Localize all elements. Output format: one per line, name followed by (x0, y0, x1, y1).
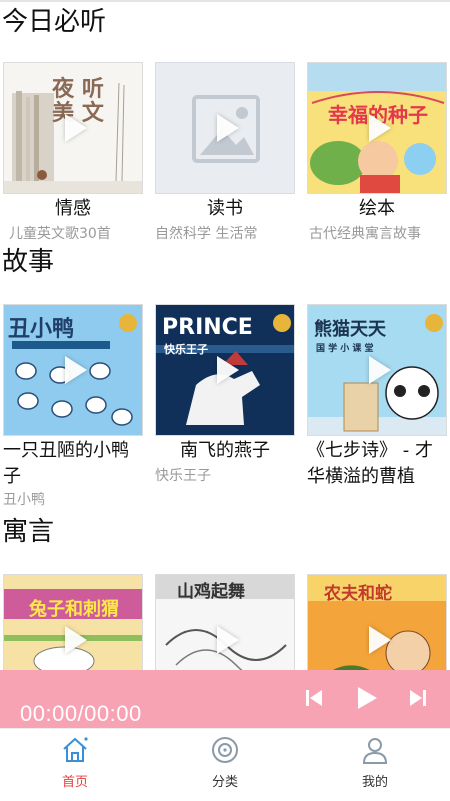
play-overlay-icon (369, 626, 391, 654)
tab-label: 首页 (61, 775, 88, 790)
play-overlay-icon (369, 356, 391, 384)
section-title-today: 今日必听 (2, 7, 107, 37)
content-scroll[interactable]: 今日必听 夜 听 美 文 情感 儿童英文歌30首 读书 自然科学 生活常 幸福的… (0, 0, 450, 670)
card-thumbnail[interactable]: 夜 听 美 文 (3, 62, 143, 194)
card-thumbnail[interactable]: 丑小鸭 (3, 304, 143, 436)
play-button[interactable] (350, 682, 382, 714)
cover-title: 丑小鸭 (8, 317, 75, 342)
cover-subtitle: 快乐王子 (164, 343, 208, 356)
play-overlay-icon (65, 356, 87, 384)
previous-icon (306, 690, 322, 706)
card-title: 情感 (55, 198, 91, 219)
play-overlay-icon (217, 114, 239, 142)
card-thumbnail[interactable]: 农夫和蛇 (307, 574, 447, 670)
cover-text-line: 听 (81, 76, 104, 102)
card-subtitle: 快乐王子 (155, 468, 211, 484)
card-subtitle: 古代经典寓言故事 (309, 226, 421, 242)
cover-title: 熊猫天天 (314, 319, 386, 340)
user-icon (362, 738, 388, 764)
play-overlay-icon (217, 356, 239, 384)
tab-mine[interactable]: 我的 (300, 729, 450, 801)
next-icon (410, 690, 426, 706)
cover-illustration-image (4, 575, 142, 670)
cover-subtitle: 国 学 小 课 堂 (316, 344, 374, 354)
previous-button[interactable] (300, 684, 330, 712)
playback-time: 00:00/00:00 (20, 701, 142, 726)
cover-title: 兔子和刺猬 (29, 599, 119, 620)
card-title: 绘本 (359, 198, 395, 219)
card-thumbnail[interactable]: 兔子和刺猬 (3, 574, 143, 670)
card-thumbnail[interactable]: 幸福的种子 (307, 62, 447, 194)
card-thumbnail[interactable]: PRINCE 快乐王子 (155, 304, 295, 436)
audio-player-bar: 00:00/00:00 (0, 670, 450, 728)
play-overlay-icon (65, 114, 87, 142)
card-thumbnail[interactable]: 熊猫天天 国 学 小 课 堂 (307, 304, 447, 436)
bottom-tab-bar: 首页 分类 我的 (0, 728, 450, 800)
section-title-story: 故事 (2, 247, 55, 277)
tab-home[interactable]: 首页 (0, 729, 150, 801)
play-overlay-icon (217, 626, 239, 654)
disc-icon (212, 737, 238, 763)
card-thumbnail[interactable]: 山鸡起舞 (155, 574, 295, 670)
card-subtitle: 丑小鸭 (3, 492, 45, 508)
card-subtitle: 儿童英文歌30首 (9, 226, 111, 242)
cover-title: PRINCE (162, 315, 253, 340)
cover-title: 农夫和蛇 (324, 584, 392, 604)
card-thumbnail[interactable] (155, 62, 295, 194)
tab-label: 我的 (361, 775, 388, 790)
cover-title: 山鸡起舞 (177, 582, 245, 602)
play-overlay-icon (369, 114, 391, 142)
card-title: 读书 (207, 198, 243, 219)
card-title: 一只丑陋的小鸭子 (3, 440, 129, 487)
card-subtitle: 自然科学 生活常 (155, 226, 258, 242)
play-icon (358, 687, 377, 709)
home-icon (63, 737, 88, 762)
cover-text-line: 夜 (52, 76, 75, 102)
section-title-fable: 寓言 (2, 517, 55, 547)
next-button[interactable] (402, 684, 432, 712)
play-overlay-icon (65, 626, 87, 654)
tab-label: 分类 (211, 775, 238, 790)
tab-category[interactable]: 分类 (150, 729, 300, 801)
card-title: 《七步诗》 - 才华横溢的曹植 (307, 440, 433, 487)
card-title: 南飞的燕子 (180, 440, 270, 461)
